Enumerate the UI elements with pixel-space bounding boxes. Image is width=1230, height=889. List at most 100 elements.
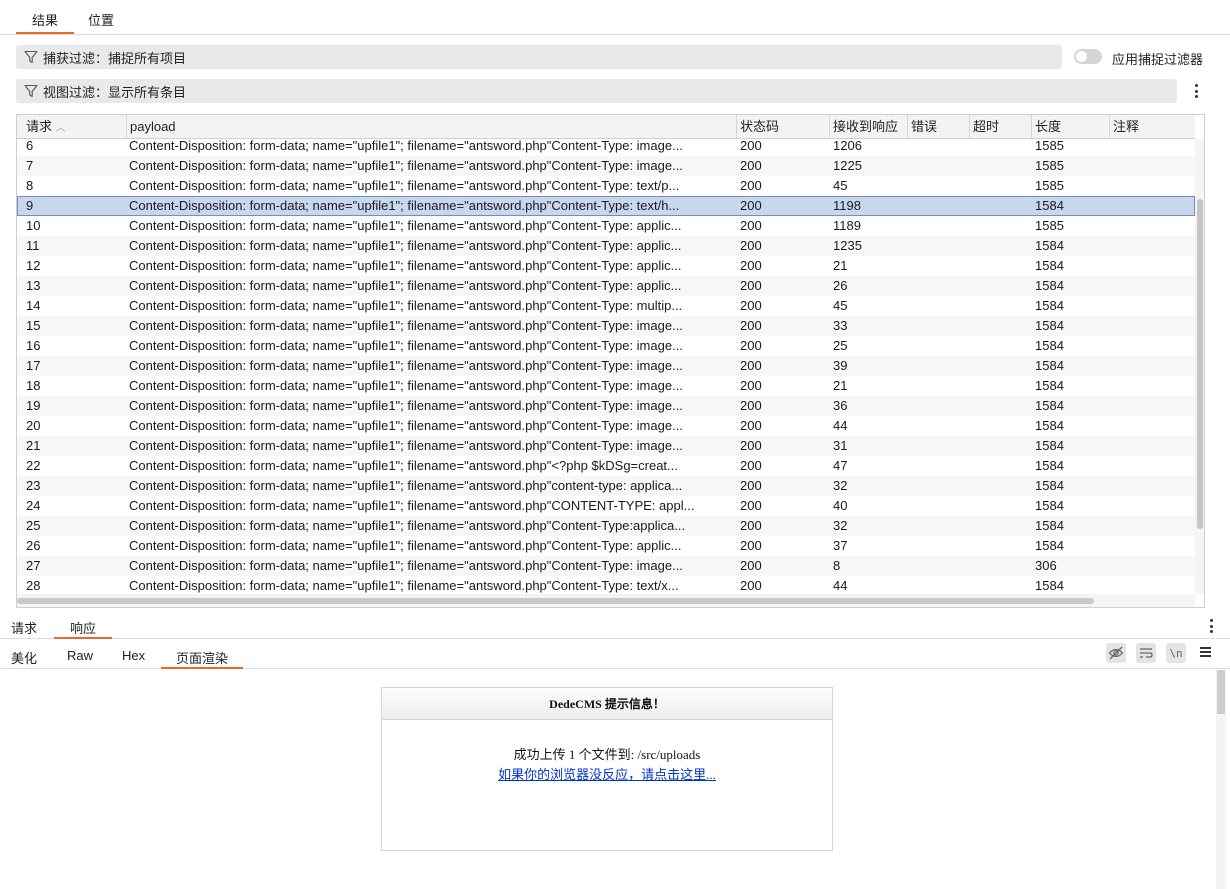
cell-payload: Content-Disposition: form-data; name="up… — [129, 438, 683, 453]
show-newlines-toggle[interactable]: \n — [1166, 643, 1186, 663]
tab-render[interactable]: 页面渲染 — [161, 648, 243, 669]
table-row[interactable]: 19 Content-Disposition: form-data; name="… — [17, 396, 1195, 416]
table-horizontal-scrollbar[interactable] — [17, 594, 1195, 607]
view-filter-bar[interactable]: 视图过滤：显示所有条目 — [16, 79, 1177, 103]
cell-response-received: 32 — [833, 478, 848, 493]
cell-status: 200 — [740, 398, 762, 413]
table-row[interactable]: 11 Content-Disposition: form-data; name="… — [17, 236, 1195, 256]
cell-request: 25 — [26, 518, 41, 533]
cell-response-received: 36 — [833, 398, 848, 413]
cell-payload: Content-Disposition: form-data; name="up… — [129, 178, 680, 193]
cell-request: 8 — [26, 178, 34, 193]
column-request[interactable]: 请求 ︿ — [17, 115, 127, 139]
apply-capture-filter-toggle[interactable] — [1074, 49, 1102, 64]
cell-request: 26 — [26, 538, 41, 553]
message-box-title: DedeCMS 提示信息！ — [382, 688, 832, 720]
cell-status: 200 — [740, 218, 762, 233]
scrollbar-thumb[interactable] — [1217, 670, 1225, 714]
table-row[interactable]: 15 Content-Disposition: form-data; name="… — [17, 316, 1195, 336]
column-response-received[interactable]: 接收到响应 — [830, 115, 908, 139]
cell-response-received: 31 — [833, 438, 848, 453]
table-row[interactable]: 7 Content-Disposition: form-data; name="u… — [17, 156, 1195, 176]
view-filter-label: 视图过滤：显示所有条目 — [43, 84, 187, 100]
table-rows: 6 Content-Disposition: form-data; name="u… — [17, 139, 1195, 594]
cell-length: 1584 — [1035, 538, 1064, 553]
table-row[interactable]: 23 Content-Disposition: form-data; name="… — [17, 476, 1195, 496]
cell-status: 200 — [740, 258, 762, 273]
cell-payload: Content-Disposition: form-data; name="up… — [129, 258, 682, 273]
cell-payload: Content-Disposition: form-data; name="up… — [129, 558, 683, 573]
cell-payload: Content-Disposition: form-data; name="up… — [129, 318, 683, 333]
table-vertical-scrollbar[interactable] — [1195, 139, 1204, 594]
column-status[interactable]: 状态码 — [737, 115, 830, 139]
cell-payload: Content-Disposition: form-data; name="up… — [129, 418, 683, 433]
table-row[interactable]: 12 Content-Disposition: form-data; name="… — [17, 256, 1195, 276]
tab-pretty[interactable]: 美化 — [11, 648, 37, 669]
cell-status: 200 — [740, 298, 762, 313]
word-wrap-icon[interactable] — [1136, 643, 1156, 663]
table-row[interactable]: 28 Content-Disposition: form-data; name="… — [17, 576, 1195, 594]
table-row[interactable]: 6 Content-Disposition: form-data; name="u… — [17, 139, 1195, 156]
column-length[interactable]: 长度 — [1032, 115, 1110, 139]
cell-payload: Content-Disposition: form-data; name="up… — [129, 238, 682, 253]
menu-icon[interactable] — [1199, 645, 1213, 659]
cell-request: 11 — [26, 238, 40, 253]
column-timeout[interactable]: 超时 — [970, 115, 1032, 139]
table-row[interactable]: 27 Content-Disposition: form-data; name="… — [17, 556, 1195, 576]
hide-nonprintable-icon[interactable] — [1106, 643, 1126, 663]
cell-payload: Content-Disposition: form-data; name="up… — [129, 338, 683, 353]
table-row[interactable]: 13 Content-Disposition: form-data; name="… — [17, 276, 1195, 296]
apply-capture-filter-label: 应用捕捉过滤器 — [1112, 52, 1204, 67]
cell-response-received: 8 — [833, 558, 841, 573]
table-row[interactable]: 26 Content-Disposition: form-data; name="… — [17, 536, 1195, 556]
cell-length: 1584 — [1035, 258, 1064, 273]
cell-response-received: 1198 — [833, 198, 861, 213]
table-row[interactable]: 22 Content-Disposition: form-data; name="… — [17, 456, 1195, 476]
results-table: 请求 ︿ payload 状态码 接收到响应 错误 超时 长度 注释 6 Cont… — [16, 114, 1205, 608]
cell-request: 28 — [26, 578, 41, 593]
tab-response[interactable]: 响应 — [54, 618, 112, 639]
cell-status: 200 — [740, 518, 762, 533]
column-comment[interactable]: 注释 — [1110, 115, 1195, 139]
cell-length: 1584 — [1035, 358, 1064, 373]
render-vertical-scrollbar[interactable] — [1216, 670, 1226, 889]
capture-filter-bar[interactable]: 捕获过滤：捕捉所有项目 — [16, 45, 1062, 69]
table-row[interactable]: 24 Content-Disposition: form-data; name="… — [17, 496, 1195, 516]
redirect-link[interactable]: 如果你的浏览器没反应，请点击这里... — [382, 764, 832, 783]
tab-raw[interactable]: Raw — [67, 648, 93, 669]
scrollbar-thumb[interactable] — [17, 598, 1094, 604]
cell-request: 9 — [26, 198, 34, 213]
tab-results[interactable]: 结果 — [16, 10, 74, 34]
tab-positions[interactable]: 位置 — [88, 10, 114, 34]
cell-length: 1584 — [1035, 198, 1064, 213]
column-payload[interactable]: payload — [127, 115, 737, 139]
tab-hex[interactable]: Hex — [122, 648, 145, 669]
cell-status: 200 — [740, 478, 762, 493]
cell-length: 1584 — [1035, 278, 1064, 293]
scrollbar-thumb[interactable] — [1197, 199, 1203, 529]
table-row[interactable]: 21 Content-Disposition: form-data; name="… — [17, 436, 1195, 456]
more-options-icon[interactable] — [1192, 82, 1200, 100]
cell-payload: Content-Disposition: form-data; name="up… — [129, 218, 682, 233]
cell-request: 10 — [26, 218, 41, 233]
table-row[interactable]: 10 Content-Disposition: form-data; name="… — [17, 216, 1195, 236]
cell-payload: Content-Disposition: form-data; name="up… — [129, 498, 695, 513]
column-error[interactable]: 错误 — [908, 115, 970, 139]
table-row[interactable]: 20 Content-Disposition: form-data; name="… — [17, 416, 1195, 436]
cell-status: 200 — [740, 318, 762, 333]
cell-request: 23 — [26, 478, 41, 493]
table-row[interactable]: 25 Content-Disposition: form-data; name="… — [17, 516, 1195, 536]
table-row[interactable]: 8 Content-Disposition: form-data; name="u… — [17, 176, 1195, 196]
more-options-icon[interactable] — [1207, 617, 1215, 635]
table-row[interactable]: 9 Content-Disposition: form-data; name="u… — [17, 196, 1195, 216]
cell-payload: Content-Disposition: form-data; name="up… — [129, 298, 683, 313]
tab-request[interactable]: 请求 — [11, 618, 37, 639]
table-row[interactable]: 17 Content-Disposition: form-data; name="… — [17, 356, 1195, 376]
cell-request: 20 — [26, 418, 41, 433]
cell-status: 200 — [740, 358, 762, 373]
table-row[interactable]: 16 Content-Disposition: form-data; name="… — [17, 336, 1195, 356]
table-row[interactable]: 18 Content-Disposition: form-data; name="… — [17, 376, 1195, 396]
cell-status: 200 — [740, 338, 762, 353]
cell-response-received: 37 — [833, 538, 848, 553]
table-row[interactable]: 14 Content-Disposition: form-data; name="… — [17, 296, 1195, 316]
